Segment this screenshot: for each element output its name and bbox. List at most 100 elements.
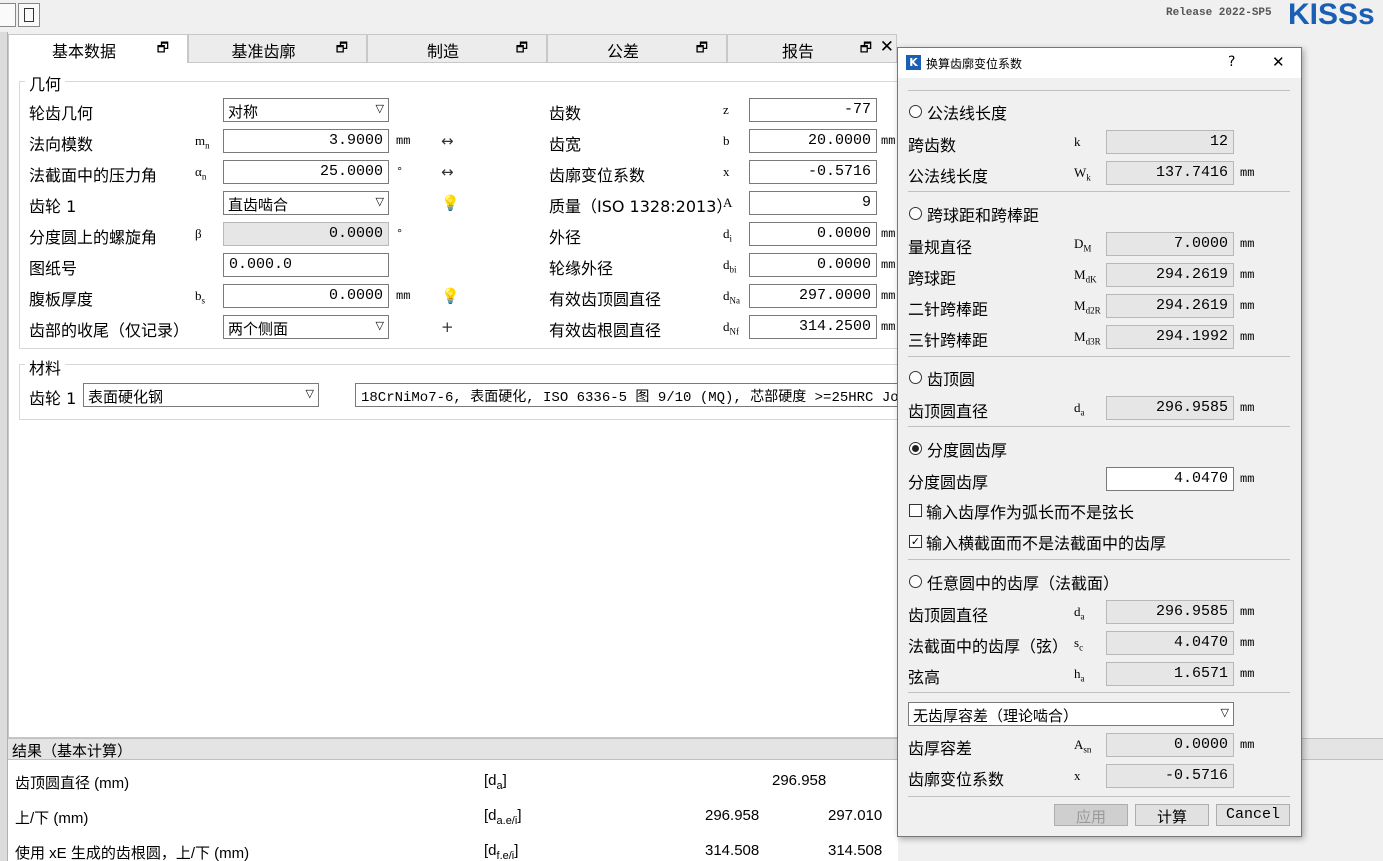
tab-0[interactable]: 基本数据 🗗 — [8, 34, 188, 63]
transverse-section-checkbox[interactable]: ✓ — [909, 535, 922, 548]
unit-label: mm — [1240, 636, 1255, 650]
select-value: 直齿啮合 — [228, 196, 289, 214]
restore-window-icon[interactable]: 🗗 — [157, 39, 169, 61]
geometry-symbol: x — [723, 164, 730, 182]
geometry-input[interactable]: 3.9000 — [223, 129, 389, 153]
geometry-label: 有效齿根圆直径 — [549, 321, 662, 340]
geometry-label: 齿部的收尾（仅记录） — [29, 321, 190, 340]
geometry-input[interactable]: 9 — [749, 191, 877, 215]
dialog-field-input[interactable]: 296.9585 — [1106, 600, 1234, 624]
geometry-select[interactable]: 直齿啮合 ▽ — [223, 191, 389, 215]
geometry-input[interactable]: -0.5716 — [749, 160, 877, 184]
unit-label: mm — [1240, 605, 1255, 619]
tab-2[interactable]: 制造 🗗 — [367, 34, 547, 62]
material-type-select[interactable]: 表面硬化钢 ▽ — [83, 383, 319, 407]
link-arrows-icon[interactable]: ↔ — [441, 132, 454, 150]
select-value: 对称 — [228, 103, 259, 121]
tab-4[interactable]: 报告 🗗 ✕ — [727, 34, 897, 62]
radio-button[interactable] — [909, 371, 922, 384]
dialog-field-input[interactable]: -0.5716 — [1106, 764, 1234, 788]
geometry-label: 法截面中的压力角 — [29, 166, 158, 185]
tab-3[interactable]: 公差 🗗 — [547, 34, 727, 62]
geometry-select[interactable]: 对称 ▽ — [223, 98, 389, 122]
radio-button[interactable] — [909, 442, 922, 455]
tab-1[interactable]: 基准齿廓 🗗 — [188, 34, 367, 62]
geometry-select[interactable]: 两个侧面 ▽ — [223, 315, 389, 339]
symbol-subscript: d3R — [1085, 336, 1101, 347]
dialog-field-input[interactable]: 294.1992 — [1106, 325, 1234, 349]
restore-window-icon[interactable]: 🗗 — [860, 39, 872, 61]
symbol-subscript: a — [1080, 407, 1085, 418]
geometry-label: 图纸号 — [29, 259, 78, 278]
plus-icon[interactable]: + — [441, 318, 454, 336]
toolbar-button[interactable] — [0, 3, 16, 27]
help-button[interactable]: ? — [1228, 54, 1235, 70]
unit-label: ° — [396, 165, 404, 179]
divider — [908, 796, 1290, 797]
symbol-letter: α — [195, 164, 202, 179]
unit-label: mm — [1240, 299, 1255, 313]
geometry-input[interactable]: -77 — [749, 98, 877, 122]
geometry-label: 齿轮 1 — [29, 197, 77, 216]
radio-button[interactable] — [909, 207, 922, 220]
lightbulb-icon[interactable]: 💡 — [441, 194, 460, 212]
dialog-field-input[interactable]: 137.7416 — [1106, 161, 1234, 185]
dialog-field-input[interactable]: 7.0000 — [1106, 232, 1234, 256]
geometry-input[interactable]: 20.0000 — [749, 129, 877, 153]
dialog-field-label: 跨球距 — [908, 269, 957, 288]
geometry-input[interactable]: 0.0000 — [749, 222, 877, 246]
symbol-letter: d — [488, 842, 497, 859]
geometry-input[interactable]: 0.0000 — [223, 284, 389, 308]
dialog-field-input[interactable]: 294.2619 — [1106, 294, 1234, 318]
dialog-field-input[interactable]: 12 — [1106, 130, 1234, 154]
dialog-field-input[interactable]: 294.2619 — [1106, 263, 1234, 287]
material-description-field[interactable]: 18CrNiMo7-6, 表面硬化, ISO 6336-5 图 9/10 (MQ… — [355, 383, 899, 407]
dialog-field-input[interactable]: 4.0470 — [1106, 631, 1234, 655]
dialog-field-input[interactable]: 4.0470 — [1106, 467, 1234, 491]
restore-window-icon[interactable]: 🗗 — [516, 39, 528, 61]
restore-window-icon[interactable]: 🗗 — [696, 39, 708, 61]
dialog-field-label: 分度圆齿厚 — [908, 473, 989, 492]
symbol-subscript: i — [729, 233, 733, 244]
geometry-symbol: A — [723, 195, 732, 213]
unit-label: mm — [1240, 268, 1255, 282]
dialog-field-symbol: Md3R — [1074, 329, 1101, 347]
dialog-field-symbol: sc — [1074, 635, 1083, 653]
dialog-field-input[interactable]: 296.9585 — [1106, 396, 1234, 420]
unit-label: mm — [1240, 738, 1255, 752]
lightbulb-icon[interactable]: 💡 — [441, 287, 460, 305]
radio-button[interactable] — [909, 575, 922, 588]
geometry-input[interactable]: 0.0000 — [223, 222, 389, 246]
restore-window-icon[interactable]: 🗗 — [336, 39, 348, 61]
cancel-button[interactable]: Cancel — [1216, 804, 1290, 826]
symbol-letter: z — [723, 102, 729, 117]
dialog-field-label: 法截面中的齿厚（弦） — [908, 637, 1069, 656]
toolbar-button[interactable] — [18, 3, 40, 27]
geometry-input[interactable]: 0.0000 — [749, 253, 877, 277]
symbol-subscript: a — [1080, 673, 1085, 684]
results-panel: 齿顶圆直径 (mm) [da] 296.958 上/下 (mm) [da.e/i] 296… — [8, 760, 898, 861]
geometry-label: 法向模数 — [29, 135, 94, 154]
geometry-label: 轮齿几何 — [29, 104, 94, 123]
geometry-symbol: dbi — [723, 257, 737, 275]
dialog-field-symbol: k — [1074, 134, 1081, 152]
tolerance-select[interactable]: 无齿厚容差（理论啮合） ▽ — [908, 702, 1234, 726]
radio-button[interactable] — [909, 105, 922, 118]
geometry-input[interactable]: 314.2500 — [749, 315, 877, 339]
arc-length-checkbox[interactable] — [909, 504, 922, 517]
symbol-letter: D — [1074, 236, 1084, 251]
release-label: Release 2022-SP5 — [1166, 7, 1272, 19]
dialog-field-input[interactable]: 0.0000 — [1106, 733, 1234, 757]
geometry-symbol: dNf — [723, 319, 739, 337]
calculate-button[interactable]: 计算 — [1135, 804, 1209, 826]
link-arrows-icon[interactable]: ↔ — [441, 163, 454, 181]
geometry-input[interactable]: 25.0000 — [223, 160, 389, 184]
dialog-close-button[interactable]: ✕ — [1272, 53, 1285, 71]
geometry-input[interactable]: 0.000.0 — [223, 253, 389, 277]
tab-close-icon[interactable]: ✕ — [880, 37, 894, 57]
radio-label: 齿顶圆 — [927, 370, 976, 389]
symbol-letter: k — [1074, 134, 1081, 149]
geometry-input[interactable]: 297.0000 — [749, 284, 877, 308]
dialog-field-input[interactable]: 1.6571 — [1106, 662, 1234, 686]
apply-button[interactable]: 应用 — [1054, 804, 1128, 826]
